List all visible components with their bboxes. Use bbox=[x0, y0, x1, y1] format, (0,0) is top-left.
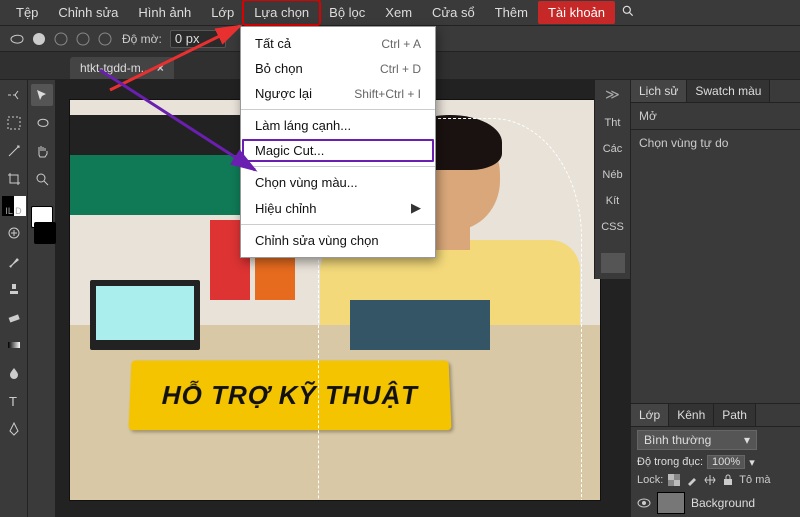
menu-more[interactable]: Thêm bbox=[485, 1, 538, 24]
opacity-label: Độ trong đục: bbox=[637, 456, 703, 468]
eraser-icon[interactable] bbox=[3, 306, 25, 328]
lasso-free-icon[interactable] bbox=[8, 30, 26, 48]
lasso-mode-group bbox=[8, 30, 114, 48]
filter-swatch[interactable]: IL D bbox=[2, 196, 26, 216]
lock-trans-icon[interactable] bbox=[667, 473, 681, 487]
menu-inverse[interactable]: Ngược lạiShift+Ctrl + I bbox=[241, 81, 435, 106]
history-item-lasso[interactable]: Chọn vùng tự do bbox=[631, 130, 800, 156]
lock-paint-icon[interactable] bbox=[685, 473, 699, 487]
lasso-option2-icon[interactable] bbox=[96, 30, 114, 48]
lasso-tool-icon[interactable] bbox=[31, 112, 53, 134]
zoom-tool-icon[interactable] bbox=[31, 168, 53, 190]
menu-file[interactable]: Tệp bbox=[6, 1, 48, 24]
paths-tab[interactable]: Path bbox=[714, 404, 756, 426]
feather-input[interactable]: 0 px bbox=[170, 30, 226, 48]
crop-icon[interactable] bbox=[3, 168, 25, 190]
menu-select[interactable]: Lựa chọn bbox=[244, 1, 319, 24]
marquee-icon[interactable] bbox=[3, 112, 25, 134]
mini-tab-3[interactable]: Kít bbox=[606, 195, 619, 207]
menu-select-all[interactable]: Tất cảCtrl + A bbox=[241, 31, 435, 56]
swatches-tab[interactable]: Swatch màu bbox=[687, 80, 770, 102]
expand-tools-icon[interactable] bbox=[3, 84, 25, 106]
collapse-panels-icon[interactable]: ≫ bbox=[605, 86, 620, 103]
gradient-icon[interactable] bbox=[3, 334, 25, 356]
menu-color-range[interactable]: Chọn vùng màu... bbox=[241, 170, 435, 195]
lock-label: Lock: bbox=[637, 474, 663, 486]
blend-mode-select[interactable]: Bình thường▾ bbox=[637, 430, 757, 450]
history-item-open[interactable]: Mở bbox=[631, 103, 800, 129]
visibility-icon[interactable] bbox=[637, 496, 651, 510]
channels-tab[interactable]: Kênh bbox=[669, 404, 714, 426]
chevron-down-icon[interactable]: ▾ bbox=[749, 456, 755, 469]
menubar: Tệp Chỉnh sửa Hình ảnh Lớp Lựa chọn Bộ l… bbox=[0, 0, 800, 26]
menu-image[interactable]: Hình ảnh bbox=[128, 1, 201, 24]
document-tab-label: htkt-tgdd-m... bbox=[80, 61, 151, 75]
mini-tab-4[interactable]: CSS bbox=[601, 221, 624, 233]
opacity-value[interactable]: 100% bbox=[707, 455, 745, 469]
select-menu-dropdown: Tất cảCtrl + A Bỏ chọnCtrl + D Ngược lại… bbox=[240, 26, 436, 258]
tool-column-main bbox=[28, 80, 56, 517]
background-swatch[interactable] bbox=[34, 222, 56, 244]
document-tab[interactable]: htkt-tgdd-m... × bbox=[70, 57, 174, 79]
mini-tab-1[interactable]: Các bbox=[603, 143, 623, 155]
menu-filter[interactable]: Bộ lọc bbox=[319, 1, 375, 24]
menu-feather[interactable]: Làm láng cạnh... bbox=[241, 113, 435, 138]
lasso-option-icon[interactable] bbox=[74, 30, 92, 48]
mini-panel-column: ≫ Tht Các Néb Kít CSS bbox=[594, 80, 630, 279]
move-tool-icon[interactable] bbox=[31, 84, 53, 106]
opacity-label: Độ mờ: bbox=[122, 32, 162, 46]
menu-view[interactable]: Xem bbox=[375, 1, 422, 24]
layers-panel: Lớp Kênh Path Bình thường▾ Độ trong đục:… bbox=[631, 403, 800, 517]
menu-magic-cut[interactable]: Magic Cut... bbox=[241, 138, 435, 163]
mini-tab-0[interactable]: Tht bbox=[605, 117, 621, 129]
menu-edit-selection[interactable]: Chỉnh sửa vùng chọn bbox=[241, 228, 435, 253]
brush-icon[interactable] bbox=[3, 250, 25, 272]
layers-tab[interactable]: Lớp bbox=[631, 404, 669, 426]
lasso-mag-icon[interactable] bbox=[52, 30, 70, 48]
blur-icon[interactable] bbox=[3, 362, 25, 384]
mini-tab-2[interactable]: Néb bbox=[602, 169, 622, 181]
close-tab-icon[interactable]: × bbox=[157, 61, 164, 75]
history-tab[interactable]: Lịch sử bbox=[631, 80, 687, 102]
submenu-arrow-icon: ▶ bbox=[411, 200, 421, 216]
menu-account[interactable]: Tài khoản bbox=[538, 1, 615, 24]
stamp-icon[interactable] bbox=[3, 278, 25, 300]
layer-thumb bbox=[657, 492, 685, 514]
healing-icon[interactable] bbox=[3, 222, 25, 244]
menu-window[interactable]: Cửa sổ bbox=[422, 1, 485, 24]
hand-tool-icon[interactable] bbox=[31, 140, 53, 162]
lasso-poly-icon[interactable] bbox=[30, 30, 48, 48]
lock-all-icon[interactable] bbox=[721, 473, 735, 487]
layer-name: Background bbox=[691, 496, 755, 510]
pen-icon[interactable] bbox=[3, 418, 25, 440]
menu-edit[interactable]: Chỉnh sửa bbox=[48, 1, 128, 24]
menu-modify[interactable]: Hiệu chỉnh▶ bbox=[241, 195, 435, 221]
type-icon[interactable]: T bbox=[3, 390, 25, 412]
lock-move-icon[interactable] bbox=[703, 473, 717, 487]
menu-deselect[interactable]: Bỏ chọnCtrl + D bbox=[241, 56, 435, 81]
search-icon[interactable] bbox=[621, 4, 635, 21]
tool-column-left: IL D T bbox=[0, 80, 28, 517]
layer-row-background[interactable]: Background bbox=[631, 489, 800, 517]
menu-layer[interactable]: Lớp bbox=[201, 1, 244, 24]
right-panels: Lịch sử Swatch màu Mở Chọn vùng tự do Lớ… bbox=[630, 80, 800, 517]
mini-thumbnail[interactable] bbox=[601, 253, 625, 273]
chevron-down-icon: ▾ bbox=[744, 433, 750, 447]
fill-label: Tô mà bbox=[739, 474, 770, 486]
svg-text:T: T bbox=[9, 394, 17, 408]
wand-icon[interactable] bbox=[3, 140, 25, 162]
